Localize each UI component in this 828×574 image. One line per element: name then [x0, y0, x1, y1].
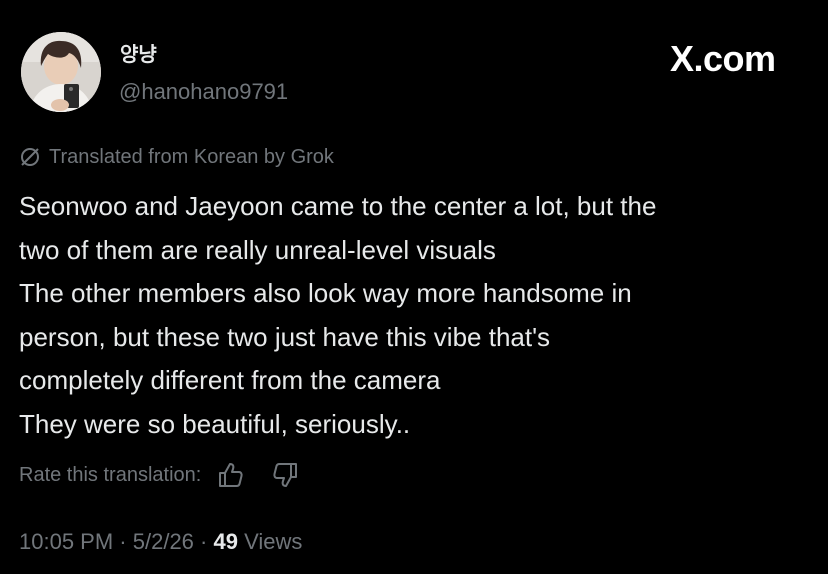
post-line: They were so beautiful, seriously..	[19, 408, 411, 439]
views-label: Views	[244, 529, 303, 554]
post-date[interactable]: 5/2/26	[133, 529, 194, 554]
post-time[interactable]: 10:05 PM	[19, 529, 113, 554]
meta-separator: ·	[119, 529, 127, 554]
thumbs-down-icon[interactable]	[271, 460, 301, 490]
thumbs-up-icon[interactable]	[215, 460, 245, 490]
translation-notice: Translated from Korean by Grok	[19, 144, 334, 170]
grok-icon	[19, 146, 41, 168]
post-line: completely different from the camera	[19, 365, 441, 395]
post-line: Seonwoo and Jaeyoon came to the center a…	[19, 191, 657, 221]
rate-translation: Rate this translation:	[19, 460, 301, 490]
display-name[interactable]: 양냥	[120, 38, 157, 67]
post-line: person, but these two just have this vib…	[19, 321, 551, 352]
user-handle[interactable]: @hanohano9791	[119, 79, 288, 105]
translation-notice-text: Translated from Korean by Grok	[49, 145, 334, 168]
brand-logo: X.com	[670, 38, 776, 79]
meta-separator: ·	[200, 529, 208, 554]
avatar[interactable]	[21, 32, 101, 112]
post-metadata: 10:05 PM · 5/2/26 · 49 Views	[19, 529, 302, 555]
post-text: Seonwoo and Jaeyoon came to the center a…	[19, 185, 819, 446]
profile-photo	[21, 32, 101, 112]
post-line: two of them are really unreal-level visu…	[19, 234, 496, 265]
post-line: The other members also look way more han…	[19, 278, 632, 308]
views-count: 49	[213, 529, 238, 554]
rate-translation-label: Rate this translation:	[19, 463, 202, 486]
